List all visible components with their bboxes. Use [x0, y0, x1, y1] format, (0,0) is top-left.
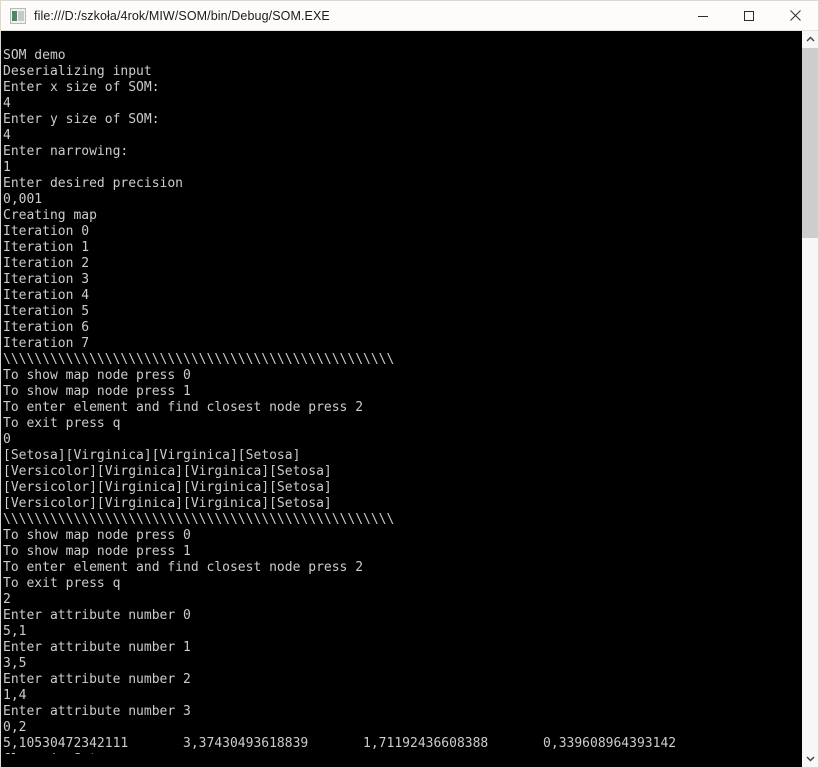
scrollbar-track[interactable]: [802, 48, 818, 750]
vertical-scrollbar[interactable]: [801, 31, 818, 767]
title-bar[interactable]: file:///D:/szkoła/4rok/MIW/SOM/bin/Debug…: [1, 0, 818, 31]
console-output[interactable]: SOM demo Deserializing input Enter x siz…: [1, 44, 801, 754]
console-window: file:///D:/szkoła/4rok/MIW/SOM/bin/Debug…: [0, 0, 819, 768]
console-body[interactable]: SOM demo Deserializing input Enter x siz…: [1, 31, 818, 767]
maximize-button[interactable]: [726, 1, 772, 31]
scroll-down-button[interactable]: [802, 750, 818, 767]
app-icon-swatch-green: [12, 10, 17, 21]
window-title: file:///D:/szkoła/4rok/MIW/SOM/bin/Debug…: [34, 8, 330, 23]
console-app-icon: [10, 7, 26, 24]
scroll-up-button[interactable]: [802, 31, 818, 48]
close-button[interactable]: [772, 1, 818, 31]
scrollbar-thumb[interactable]: [802, 48, 818, 238]
minimize-button[interactable]: [680, 1, 726, 31]
app-icon-swatch-gray: [18, 10, 24, 21]
